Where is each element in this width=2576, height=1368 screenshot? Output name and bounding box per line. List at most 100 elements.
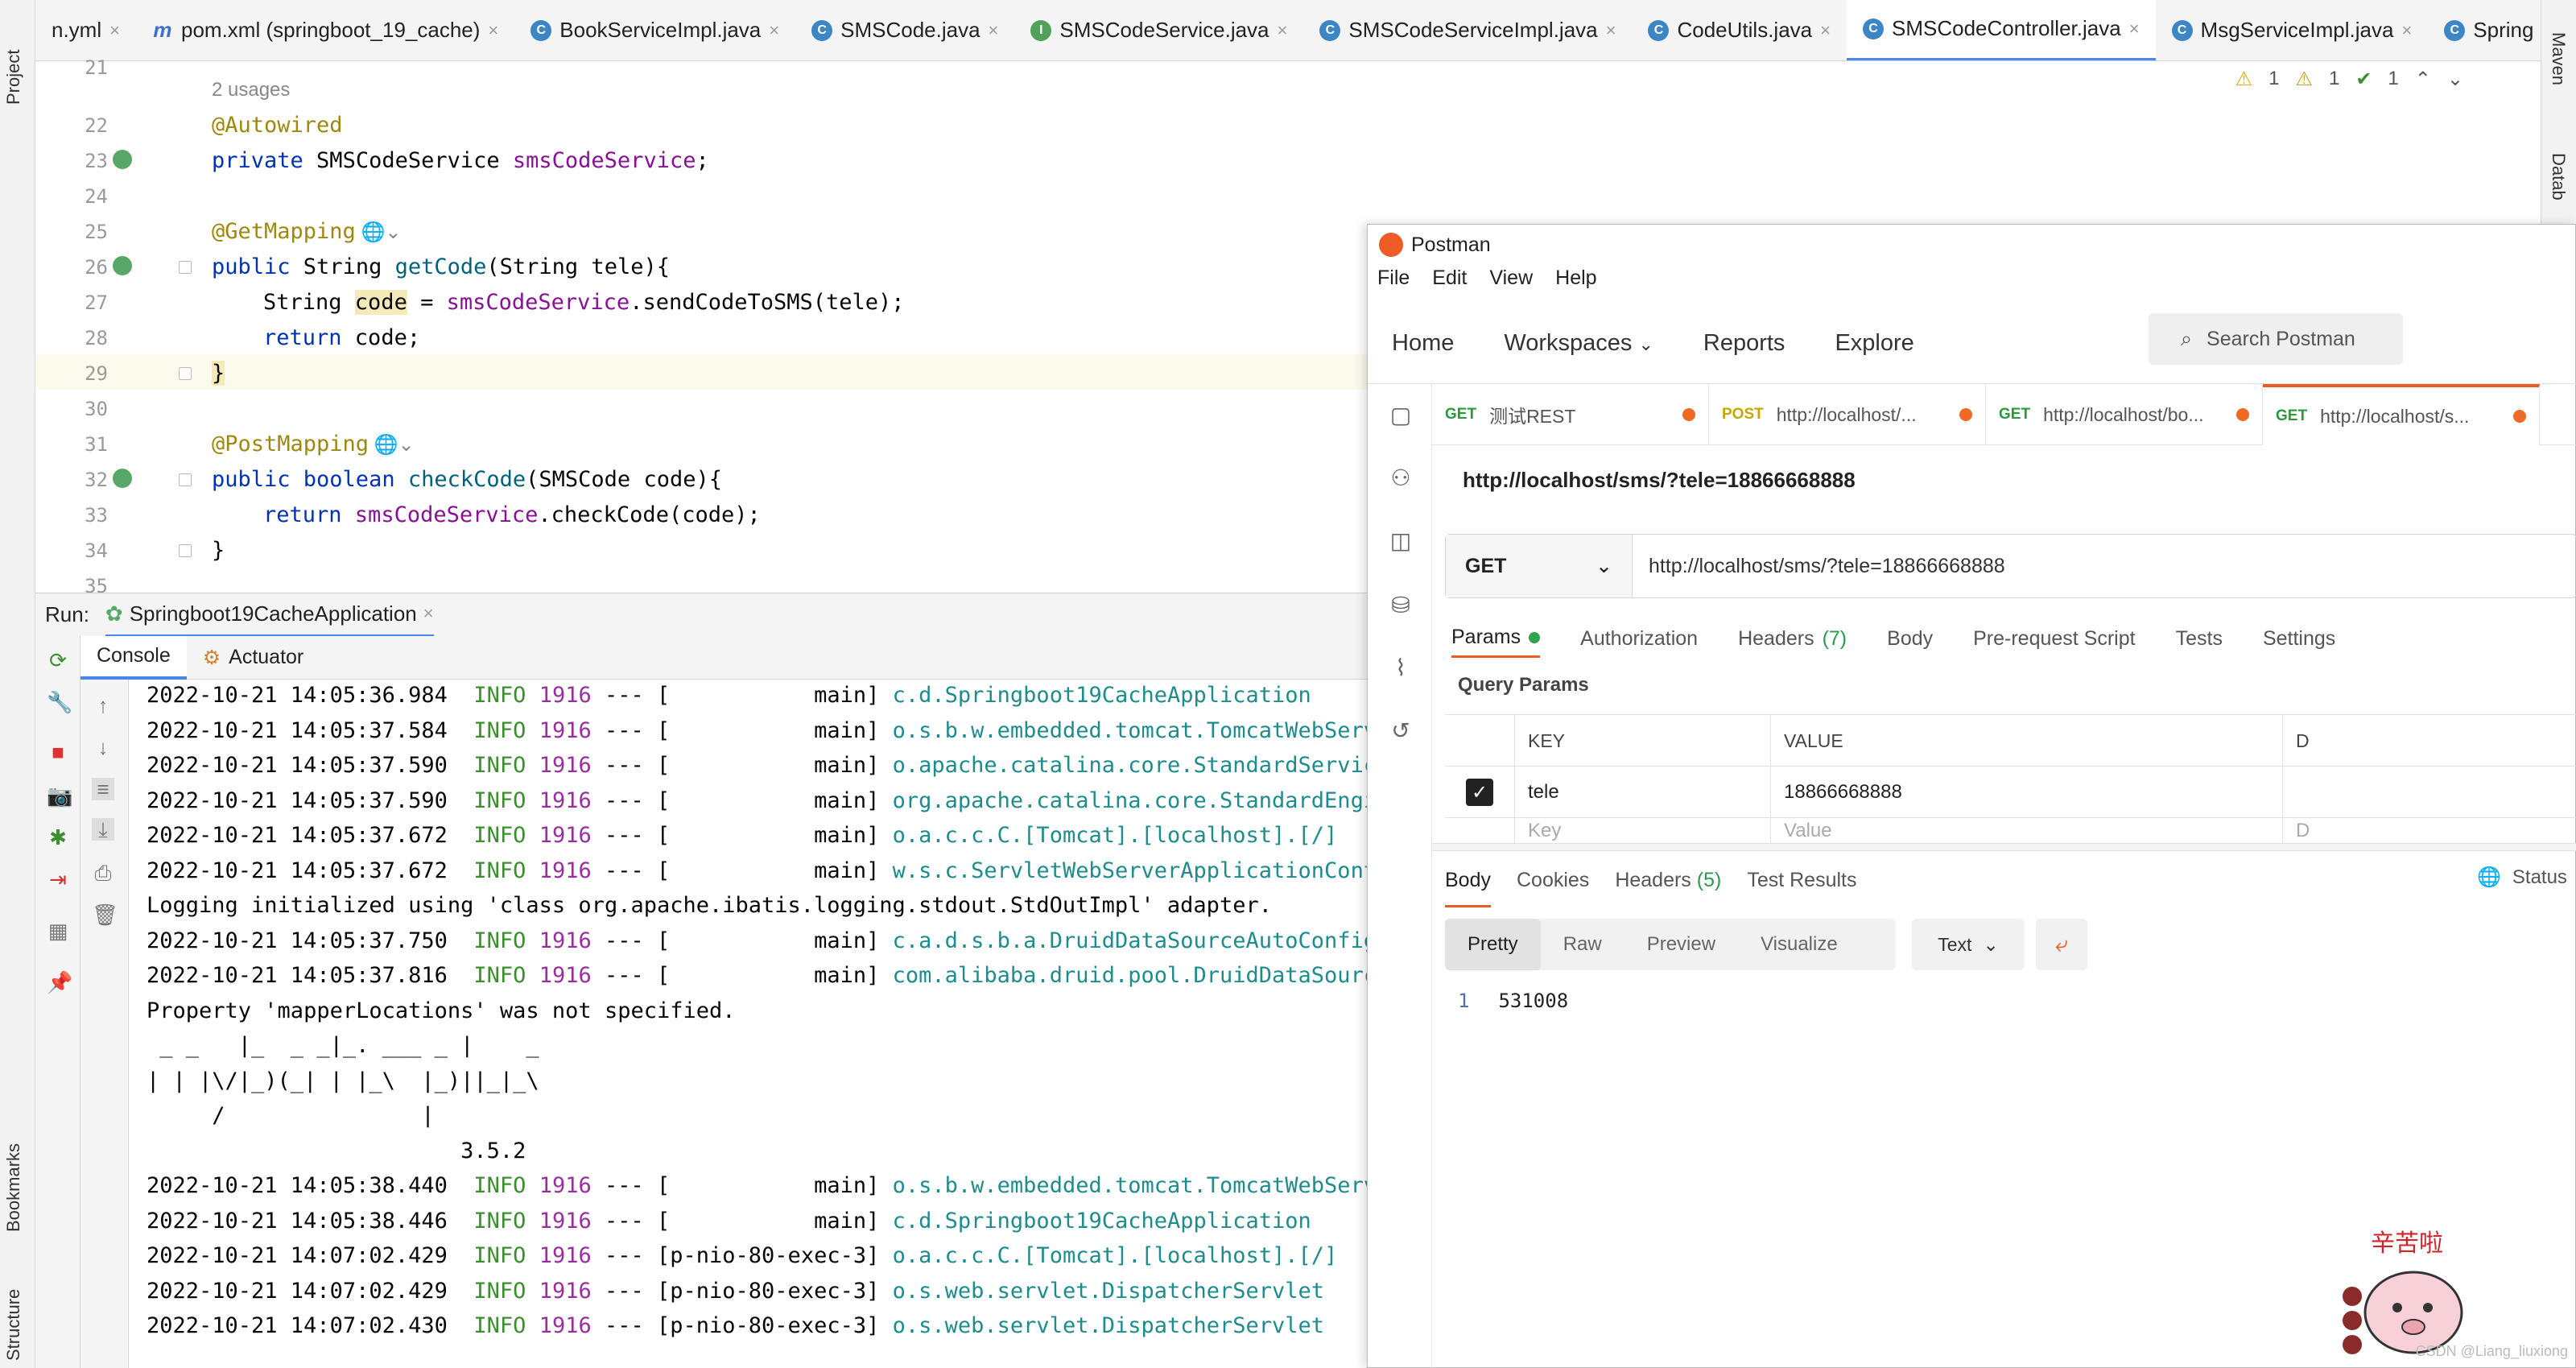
fold-icon[interactable] [179, 261, 192, 274]
request-name[interactable]: http://localhost/sms/?tele=18866668888 [1463, 468, 1856, 493]
log-class[interactable]: o.s.b.w.embedded.tomcat.TomcatWebServe [893, 1173, 1368, 1198]
tab-tests[interactable]: Tests [2176, 619, 2223, 658]
log-class[interactable]: com.alibaba.druid.pool.DruidDataSource [893, 963, 1368, 988]
editor-tab[interactable]: CSpring⌄ [2428, 0, 2541, 60]
fold-icon[interactable] [179, 473, 192, 486]
camera-icon[interactable]: 📷 [47, 784, 72, 807]
menu-file[interactable]: File [1377, 267, 1410, 290]
editor-tab[interactable]: C CodeUtils.java × [1632, 0, 1847, 60]
pin-icon[interactable]: 📌 [47, 971, 72, 994]
inspection-widget[interactable]: ⚠ 1 ⚠ 1 ✔ 1 ⌃ ⌄ [2235, 68, 2463, 91]
tab-headers[interactable]: Headers (7) [1738, 619, 1847, 658]
fold-icon[interactable] [179, 544, 192, 557]
project-tool-button[interactable]: Project [3, 16, 24, 105]
request-tab[interactable]: POST http://localhost/... [1709, 384, 1986, 445]
close-icon[interactable]: × [423, 603, 434, 624]
log-class[interactable]: o.a.c.c.C.[Tomcat].[localhost].[/] [893, 823, 1338, 848]
menu-help[interactable]: Help [1555, 267, 1596, 290]
log-class[interactable]: c.d.Springboot19CacheApplication [893, 683, 1311, 708]
format-select[interactable]: Text ⌄ [1912, 919, 2025, 970]
print-icon[interactable]: ⎙ [92, 862, 114, 884]
history-icon[interactable]: ↺ [1387, 717, 1414, 745]
log-class[interactable]: o.a.c.c.C.[Tomcat].[localhost].[/] [893, 1243, 1338, 1268]
close-icon[interactable]: × [488, 20, 498, 41]
view-visualize-button[interactable]: Visualize [1738, 919, 1860, 970]
request-tab[interactable]: GET http://localhost/bo... [1986, 384, 2263, 445]
editor-tab[interactable]: C SMSCodeServiceImpl.java × [1303, 0, 1632, 60]
close-icon[interactable]: × [989, 20, 999, 41]
fold-icon[interactable] [179, 367, 192, 380]
nav-explore[interactable]: Explore [1835, 330, 1913, 357]
maven-tool-button[interactable]: Maven [2548, 32, 2569, 85]
view-preview-button[interactable]: Preview [1624, 919, 1738, 970]
arrow-up-icon[interactable]: ↑ [92, 694, 114, 717]
scroll-to-end-icon[interactable]: ⤓ [92, 818, 114, 841]
new-description-input[interactable]: D [2282, 818, 2576, 843]
console-output[interactable]: 2022-10-21 14:05:36.984 INFO 1916 --- [ … [129, 680, 1368, 1368]
pane-divider[interactable] [1432, 843, 2576, 851]
url-input[interactable]: http://localhost/sms/?tele=18866668888 [1633, 535, 2576, 597]
method-select[interactable]: GET ⌄ [1446, 535, 1633, 597]
editor-tab-active[interactable]: C SMSCodeController.java × [1846, 0, 2156, 60]
log-class[interactable]: org.apache.catalina.core.StandardEngin [893, 788, 1368, 813]
request-tab-active[interactable]: GET http://localhost/s... [2263, 384, 2540, 445]
editor-tab[interactable]: I SMSCodeService.java × [1014, 0, 1303, 60]
response-body[interactable]: 1 531008 [1458, 990, 1568, 1012]
close-icon[interactable]: × [1606, 20, 1616, 41]
editor-tab[interactable]: C MsgServiceImpl.java × [2156, 0, 2429, 60]
soft-wrap-icon[interactable]: ≡ [92, 778, 114, 800]
param-description-cell[interactable] [2282, 767, 2576, 818]
endpoint-gutter-icon[interactable] [113, 469, 132, 488]
actuator-tab[interactable]: ⚙ Actuator [187, 636, 320, 680]
param-key-cell[interactable]: tele [1514, 767, 1770, 818]
res-tab-body[interactable]: Body [1445, 866, 1491, 907]
res-tab-cookies[interactable]: Cookies [1517, 866, 1589, 907]
log-class[interactable]: c.d.Springboot19CacheApplication [893, 1209, 1311, 1234]
chevron-down-icon[interactable]: ⌄ [2447, 68, 2463, 91]
log-class[interactable]: o.s.b.w.embedded.tomcat.TomcatWebServe [893, 718, 1368, 743]
tab-prerequest-script[interactable]: Pre-request Script [1973, 619, 2135, 658]
tab-settings[interactable]: Settings [2263, 619, 2335, 658]
res-tab-headers[interactable]: Headers (5) [1615, 866, 1721, 907]
mock-servers-icon[interactable]: ⛁ [1387, 592, 1414, 619]
editor-tab[interactable]: C SMSCode.java × [795, 0, 1014, 60]
wrap-lines-button[interactable]: ⤶ [2036, 919, 2087, 970]
editor-tab[interactable]: m pom.xml (springboot_19_cache) × [136, 0, 514, 60]
view-pretty-button[interactable]: Pretty [1445, 919, 1541, 970]
rerun-icon[interactable]: ⟳ [47, 649, 69, 672]
menu-view[interactable]: View [1489, 267, 1533, 290]
bean-gutter-icon[interactable] [113, 150, 132, 169]
tab-params[interactable]: Params [1451, 619, 1541, 658]
param-value-cell[interactable]: 18866668888 [1770, 767, 2282, 818]
tab-authorization[interactable]: Authorization [1580, 619, 1698, 658]
request-tab[interactable]: GET 测试REST [1432, 384, 1709, 445]
new-key-input[interactable]: Key [1514, 818, 1770, 843]
exit-icon[interactable]: ⇥ [47, 868, 69, 891]
log-class[interactable]: o.s.web.servlet.DispatcherServlet [893, 1313, 1324, 1338]
apis-icon[interactable]: ⚇ [1387, 465, 1414, 492]
run-config-tab[interactable]: ✿ Springboot19CacheApplication × [105, 593, 434, 637]
close-icon[interactable]: × [2129, 19, 2140, 39]
debug-icon[interactable]: ✱ [47, 826, 69, 849]
collections-icon[interactable]: ▢ [1387, 402, 1414, 429]
database-tool-button[interactable]: Datab [2548, 153, 2569, 200]
globe-icon[interactable]: 🌐 [2477, 866, 2501, 889]
endpoint-gutter-icon[interactable] [113, 256, 132, 275]
console-tab[interactable]: Console [80, 635, 187, 680]
trash-icon[interactable]: 🗑 [92, 903, 118, 926]
close-icon[interactable]: × [1278, 20, 1288, 41]
view-raw-button[interactable]: Raw [1541, 919, 1624, 970]
tab-body[interactable]: Body [1887, 619, 1933, 658]
new-value-input[interactable]: Value [1770, 818, 2282, 843]
nav-home[interactable]: Home [1392, 330, 1454, 357]
nav-workspaces[interactable]: Workspaces ⌄ [1504, 330, 1653, 357]
structure-tool-button[interactable]: Structure [3, 1264, 24, 1361]
log-class[interactable]: c.a.d.s.b.a.DruidDataSourceAutoConfigu [893, 928, 1368, 953]
search-postman-input[interactable]: ⌕ Search Postman [2149, 313, 2403, 365]
res-tab-test-results[interactable]: Test Results [1747, 866, 1856, 907]
bookmarks-tool-button[interactable]: Bookmarks [3, 1111, 24, 1232]
monitors-icon[interactable]: ⌇ [1387, 655, 1414, 682]
close-icon[interactable]: × [109, 20, 120, 41]
environments-icon[interactable]: ◫ [1387, 527, 1414, 555]
usages-hint[interactable]: 2 usages [212, 79, 290, 101]
